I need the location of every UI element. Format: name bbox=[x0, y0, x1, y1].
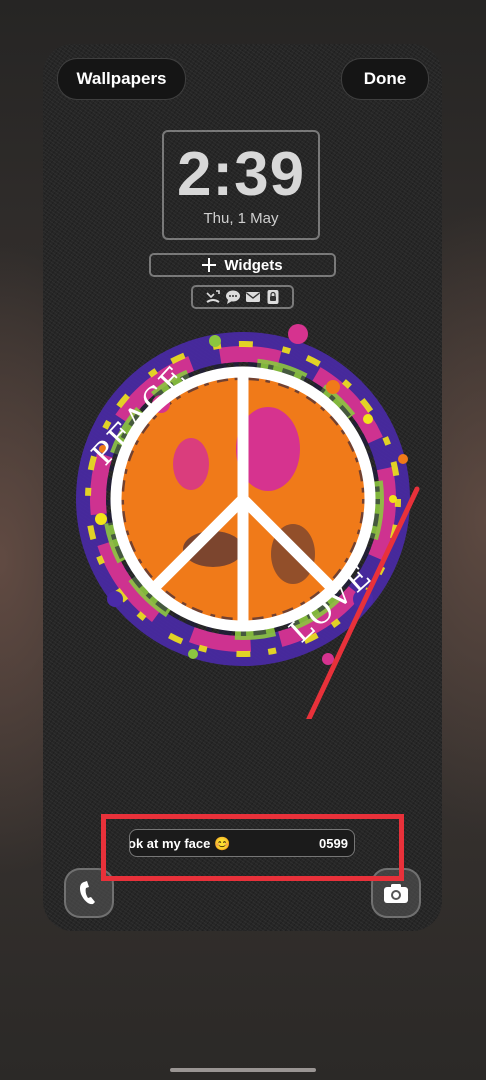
add-widgets-button[interactable]: Widgets bbox=[149, 253, 336, 277]
plus-icon bbox=[202, 258, 217, 272]
lock-screen-preview: Wallpapers Done 2:39 Thu, 1 May Widgets bbox=[43, 44, 442, 931]
done-button[interactable]: Done bbox=[341, 58, 429, 100]
camera-icon bbox=[384, 884, 408, 903]
home-indicator[interactable] bbox=[170, 1068, 316, 1072]
widgets-label: Widgets bbox=[224, 256, 283, 274]
phone-icon bbox=[80, 881, 95, 905]
annotation-highlight-box bbox=[101, 814, 404, 881]
peace-love-wallpaper-art: PEACE LOVE bbox=[76, 324, 420, 719]
clock-widget[interactable]: 2:39 Thu, 1 May bbox=[162, 130, 320, 240]
clock-date: Thu, 1 May bbox=[203, 210, 279, 227]
clock-time: 2:39 bbox=[176, 140, 306, 209]
wallpapers-button[interactable]: Wallpapers bbox=[57, 58, 186, 100]
